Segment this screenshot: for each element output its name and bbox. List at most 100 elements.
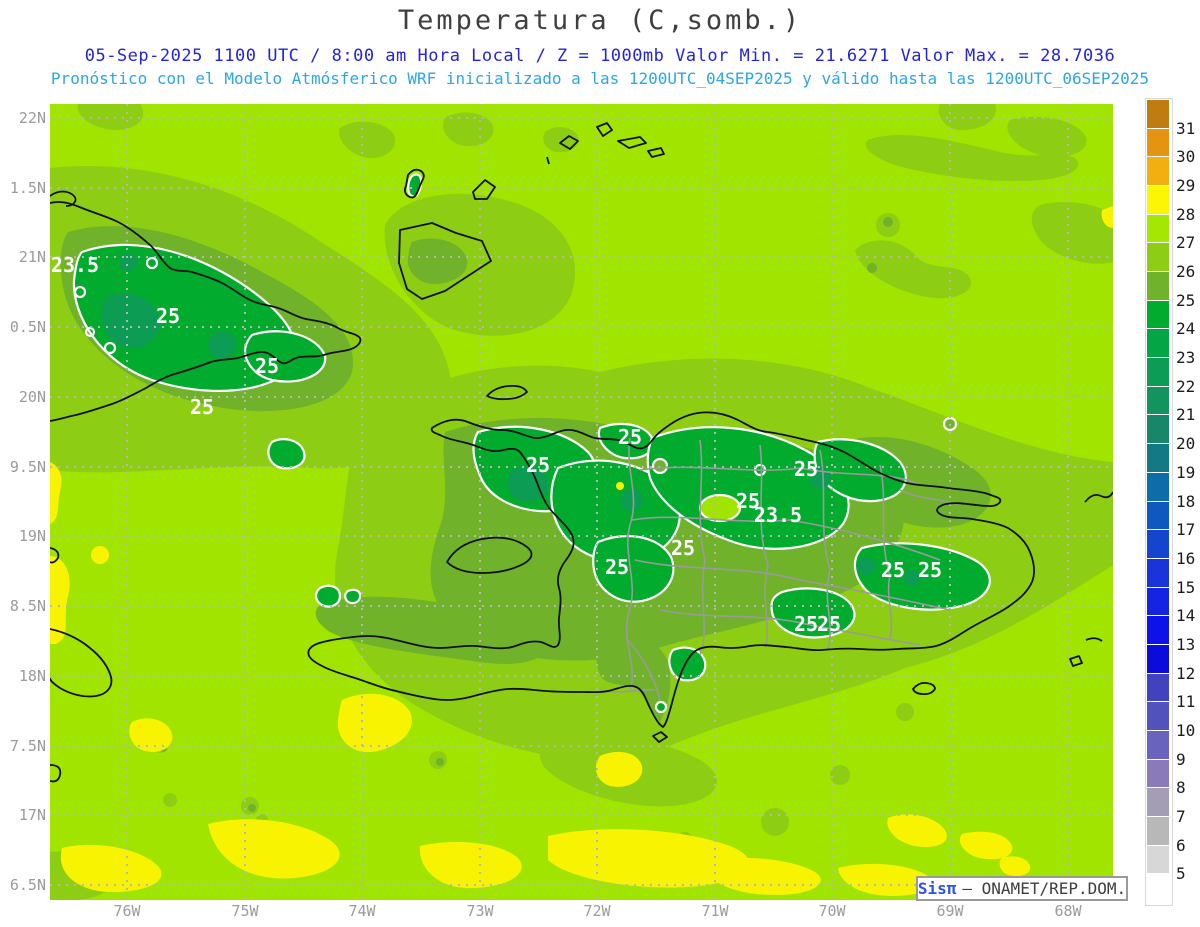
colorbar-segment [1146, 500, 1170, 531]
lat-tick-label: 9.5N [9, 458, 46, 476]
colorbar-tick-label: 17 [1176, 520, 1196, 540]
colorbar-segment [1146, 615, 1170, 645]
colorbar-tick-label: 8 [1176, 778, 1186, 798]
colorbar-tick-label: 16 [1176, 548, 1196, 568]
colorbar-tick-label: 10 [1176, 720, 1196, 740]
contour-value-label: 25 [918, 558, 942, 582]
map-plot-area: 23.5 25 25 25 25 25 25 25 23.5 25 25 25 25 25 25 [49, 104, 1114, 900]
colorbar-segment [1146, 873, 1170, 904]
colorbar-segment [1146, 271, 1170, 301]
lon-tick-label: 69W [936, 902, 964, 920]
contour-value-label: 23.5 [754, 503, 802, 527]
page-title: Temperatura (C,somb.) [397, 5, 803, 36]
colorbar-tick-label: 11 [1176, 692, 1196, 712]
colorbar-tick-label: 23 [1176, 348, 1196, 368]
colorbar-segment [1146, 672, 1170, 703]
colorbar-segment [1146, 443, 1170, 473]
colorbar-segment [1146, 586, 1170, 617]
colorbar-tick-label: 25 [1176, 290, 1196, 310]
contour-value-label: 25 [255, 354, 279, 378]
colorbar-tick-label: 27 [1176, 233, 1196, 253]
colorbar-segment [1146, 557, 1170, 588]
lat-tick-label: 8.5N [9, 597, 46, 615]
colorbar-tick-label: 18 [1176, 491, 1196, 511]
colorbar-segment [1146, 414, 1170, 445]
colorbar-segment [1146, 816, 1170, 846]
lon-tick-label: 74W [348, 902, 376, 920]
contour-value-label: 25 [190, 395, 214, 419]
subtitle-model-line: Pronóstico con el Modelo Atmósferico WRF… [50, 69, 1150, 88]
credit-brand: Sisπ [917, 879, 957, 898]
subtitle-validity-line: 05-Sep-2025 1100 UTC / 8:00 am Hora Loca… [84, 46, 1116, 66]
colorbar-segment [1146, 156, 1170, 187]
colorbar-tick-label: 28 [1176, 204, 1196, 224]
lat-tick-label: 0.5N [9, 318, 46, 336]
colorbar-tick-label: 6 [1176, 835, 1186, 855]
colorbar-segment [1146, 758, 1170, 789]
colorbar-segment [1146, 213, 1170, 244]
credit-box: Sisπ — ONAMET/REP.DOM. [916, 876, 1128, 901]
colorbar-segment [1146, 787, 1170, 817]
credit-org: — ONAMET/REP.DOM. [962, 879, 1127, 898]
lat-tick-label: 19N [18, 527, 46, 545]
colorbar-tick-label: 9 [1176, 749, 1186, 769]
colorbar-segment [1146, 844, 1170, 875]
colorbar-tick-label: 19 [1176, 462, 1196, 482]
colorbar-tick-label: 14 [1176, 606, 1196, 626]
contour-value-label: 25 [156, 304, 180, 328]
colorbar-segment [1146, 701, 1170, 731]
contour-value-label: 25 [794, 612, 818, 636]
colorbar-tick-label: 31 [1176, 118, 1196, 138]
lat-tick-label: 1.5N [9, 179, 46, 197]
colorbar-segment [1146, 471, 1170, 502]
lat-tick-label: 17N [18, 806, 46, 824]
lat-tick-label: 6.5N [9, 876, 46, 894]
lat-tick-label: 18N [18, 667, 46, 685]
contour-value-label: 25 [618, 425, 642, 449]
contour-value-label: 25 [526, 453, 550, 477]
colorbar-tick-label: 29 [1176, 176, 1196, 196]
lon-tick-label: 71W [701, 902, 729, 920]
contour-value-label: 25 [794, 457, 818, 481]
colorbar-segment [1146, 729, 1170, 760]
temperature-map-svg: 23.52525252525 252523.52525 25 252525 [49, 104, 1114, 900]
colorbar-tick-label: 24 [1176, 319, 1196, 339]
colorbar-segment [1146, 643, 1170, 674]
colorbar-tick-label: 22 [1176, 376, 1196, 396]
colorbar-segment [1146, 185, 1170, 215]
contour-value-label: 25 [671, 536, 695, 560]
lat-tick-label: 22N [18, 109, 46, 127]
weather-map-screenshot: Temperatura (C,somb.) 05-Sep-2025 1100 U… [0, 0, 1200, 927]
lon-tick-label: 72W [583, 902, 611, 920]
colorbar-segment [1146, 385, 1170, 416]
colorbar-segment [1146, 328, 1170, 359]
colorbar-tick-label: 20 [1176, 434, 1196, 454]
colorbar-tick-label: 15 [1176, 577, 1196, 597]
lat-tick-label: 7.5N [9, 737, 46, 755]
contour-value-label: 25 [881, 558, 905, 582]
lon-tick-label: 75W [231, 902, 259, 920]
contour-value-label: 25 [817, 612, 841, 636]
colorbar-tick-label: 30 [1176, 147, 1196, 167]
lon-tick-label: 76W [113, 902, 141, 920]
contour-value-label: 23.5 [51, 253, 99, 277]
colorbar-segment [1146, 299, 1170, 330]
colorbar-tick-label: 7 [1176, 807, 1186, 826]
lon-tick-label: 73W [466, 902, 494, 920]
colorbar-tick-label: 13 [1176, 634, 1196, 654]
colorbar-segment [1146, 99, 1170, 129]
lon-tick-label: 68W [1054, 902, 1082, 920]
colorbar-segment [1146, 357, 1170, 387]
temperature-shading [50, 104, 1113, 900]
colorbar-tick-label: 21 [1176, 405, 1196, 425]
lon-tick-label: 70W [818, 902, 846, 920]
lat-tick-label: 21N [18, 248, 46, 266]
colorbar-segment [1146, 127, 1170, 158]
contour-value-label: 25 [605, 555, 629, 579]
colorbar-segment [1146, 529, 1170, 559]
colorbar-tick-label: 5 [1176, 864, 1186, 884]
colorbar-tick-label: 12 [1176, 663, 1196, 683]
colorbar-tick-label: 26 [1176, 262, 1196, 282]
lat-tick-label: 20N [18, 388, 46, 406]
colorbar-segment [1146, 242, 1170, 273]
